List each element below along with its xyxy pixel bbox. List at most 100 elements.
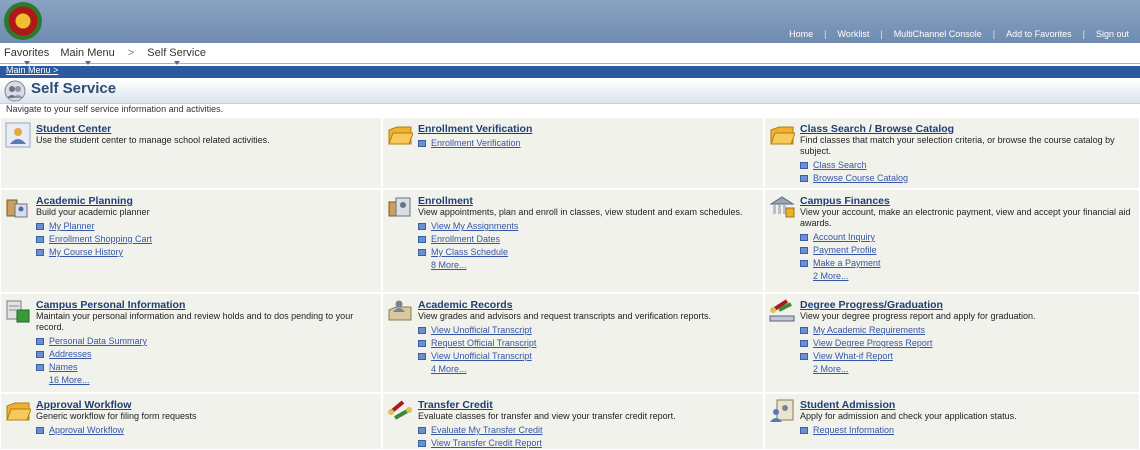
addresses-link[interactable]: Addresses xyxy=(49,349,92,359)
tile-class-search: Class Search / Browse Catalog Find class… xyxy=(764,117,1140,189)
evaluate-my-transfer-credit-link[interactable]: Evaluate My Transfer Credit xyxy=(431,425,543,435)
page-icon xyxy=(800,175,808,183)
view-unofficial-transcript-link-2[interactable]: View Unofficial Transcript xyxy=(431,351,532,361)
more-link[interactable]: 2 More... xyxy=(813,364,849,374)
page-icon xyxy=(418,327,426,335)
my-class-schedule-link[interactable]: My Class Schedule xyxy=(431,247,508,257)
page-icon xyxy=(800,427,808,435)
student-admission-link[interactable]: Student Admission xyxy=(800,399,1133,411)
my-planner-link[interactable]: My Planner xyxy=(49,221,95,231)
tile-description: View grades and advisors and request tra… xyxy=(418,311,711,321)
tile-transfer-credit: Transfer Credit Evaluate classes for tra… xyxy=(382,393,764,450)
page-icon xyxy=(800,260,808,268)
list-item: View What-if Report xyxy=(800,350,1133,363)
list-item: View Degree Progress Report xyxy=(800,337,1133,350)
list-item: 2 More... xyxy=(800,363,1133,376)
academic-records-link[interactable]: Academic Records xyxy=(418,299,757,311)
list-item: My Course History xyxy=(36,246,375,259)
tile-academic-records: Academic Records View grades and advisor… xyxy=(382,293,764,393)
request-official-transcript-link[interactable]: Request Official Transcript xyxy=(431,338,536,348)
view-unofficial-transcript-link[interactable]: View Unofficial Transcript xyxy=(431,325,532,335)
nav-separator: > xyxy=(127,47,135,59)
tile-description: View appointments, plan and enroll in cl… xyxy=(418,207,743,217)
multichannel-console-link[interactable]: MultiChannel Console xyxy=(883,29,993,39)
bank-icon xyxy=(769,196,795,218)
worklist-link[interactable]: Worklist xyxy=(827,29,881,39)
class-search-browse-catalog-link[interactable]: Class Search / Browse Catalog xyxy=(800,123,1133,135)
academic-planning-link[interactable]: Academic Planning xyxy=(36,195,375,207)
main-menu-label: Main Menu xyxy=(60,47,115,59)
more-link[interactable]: 2 More... xyxy=(813,271,849,281)
campus-personal-information-link[interactable]: Campus Personal Information xyxy=(36,299,375,311)
page-header: Self Service xyxy=(0,79,1140,104)
my-academic-requirements-link[interactable]: My Academic Requirements xyxy=(813,325,925,335)
more-link[interactable]: 4 More... xyxy=(431,364,467,374)
approval-workflow-link[interactable]: Approval Workflow xyxy=(36,399,375,411)
transfer-credit-link[interactable]: Transfer Credit xyxy=(418,399,757,411)
tile-enrollment-verification: Enrollment Verification Enrollment Verif… xyxy=(382,117,764,189)
enrollment-verification-sublink[interactable]: Enrollment Verification xyxy=(431,138,521,148)
campus-finances-link[interactable]: Campus Finances xyxy=(800,195,1133,207)
self-service-label: Self Service xyxy=(147,47,206,59)
my-course-history-link[interactable]: My Course History xyxy=(49,247,123,257)
page-icon xyxy=(418,223,426,231)
request-information-link[interactable]: Request Information xyxy=(813,425,894,435)
tile-academic-planning: Academic Planning Build your academic pl… xyxy=(0,189,382,293)
breadcrumb-main-menu-link[interactable]: Main Menu > xyxy=(0,65,58,75)
self-service-menu[interactable]: Self Service xyxy=(143,45,210,65)
page-icon xyxy=(800,340,808,348)
account-inquiry-link[interactable]: Account Inquiry xyxy=(813,232,875,242)
tile-student-center: Student Center Use the student center to… xyxy=(0,117,382,189)
list-item: Request Official Transcript xyxy=(418,337,757,350)
enrollment-shopping-cart-link[interactable]: Enrollment Shopping Cart xyxy=(49,234,152,244)
personal-data-summary-link[interactable]: Personal Data Summary xyxy=(49,336,147,346)
list-item: Enrollment Dates xyxy=(418,233,757,246)
folder-icon xyxy=(770,126,795,145)
favorites-menu[interactable]: Favorites xyxy=(0,45,53,65)
class-search-link[interactable]: Class Search xyxy=(813,160,867,170)
list-item: Enrollment Verification xyxy=(418,137,757,150)
breadcrumb: Main Menu > xyxy=(0,65,1140,78)
more-link[interactable]: 16 More... xyxy=(49,375,90,385)
main-menu[interactable]: Main Menu xyxy=(56,45,118,65)
list-item: My Class Schedule xyxy=(418,246,757,259)
folder-icon xyxy=(388,126,413,145)
page-icon xyxy=(800,353,808,361)
tile-description: Evaluate classes for transfer and view y… xyxy=(418,411,676,421)
make-a-payment-link[interactable]: Make a Payment xyxy=(813,258,881,268)
approval-workflow-sublink[interactable]: Approval Workflow xyxy=(49,425,124,435)
list-item: View Unofficial Transcript xyxy=(418,350,757,363)
list-item: 16 More... xyxy=(36,374,375,387)
home-link[interactable]: Home xyxy=(778,29,824,39)
header-banner: Home | Worklist | MultiChannel Console | Add t… xyxy=(0,0,1140,43)
page-icon xyxy=(36,364,44,372)
list-item: Addresses xyxy=(36,348,375,361)
list-item: Request Information xyxy=(800,424,1133,437)
page-icon xyxy=(418,140,426,148)
browse-course-catalog-link[interactable]: Browse Course Catalog xyxy=(813,173,908,183)
more-link[interactable]: 8 More... xyxy=(431,260,467,270)
view-what-if-report-link[interactable]: View What-if Report xyxy=(813,351,893,361)
names-link[interactable]: Names xyxy=(49,362,78,372)
view-my-assignments-link[interactable]: View My Assignments xyxy=(431,221,518,231)
self-service-icon xyxy=(4,80,26,102)
chevron-down-icon xyxy=(173,61,180,65)
student-center-link[interactable]: Student Center xyxy=(36,123,375,135)
tile-description: Find classes that match your selection c… xyxy=(800,135,1115,156)
enrollment-link[interactable]: Enrollment xyxy=(418,195,757,207)
payment-profile-link[interactable]: Payment Profile xyxy=(813,245,877,255)
enrollment-dates-link[interactable]: Enrollment Dates xyxy=(431,234,500,244)
transfer-credit-icon xyxy=(388,400,412,420)
page-icon xyxy=(418,427,426,435)
degree-progress-graduation-link[interactable]: Degree Progress/Graduation xyxy=(800,299,1133,311)
page-icon xyxy=(36,236,44,244)
list-item: View Unofficial Transcript xyxy=(418,324,757,337)
list-item: Make a Payment xyxy=(800,257,1133,270)
tile-description: View your degree progress report and app… xyxy=(800,311,1036,321)
view-transfer-credit-report-link[interactable]: View Transfer Credit Report xyxy=(431,438,542,448)
page-icon xyxy=(800,327,808,335)
enrollment-verification-link[interactable]: Enrollment Verification xyxy=(418,123,757,135)
view-degree-progress-report-link[interactable]: View Degree Progress Report xyxy=(813,338,932,348)
add-to-favorites-link[interactable]: Add to Favorites xyxy=(995,29,1083,39)
sign-out-link[interactable]: Sign out xyxy=(1085,29,1140,39)
